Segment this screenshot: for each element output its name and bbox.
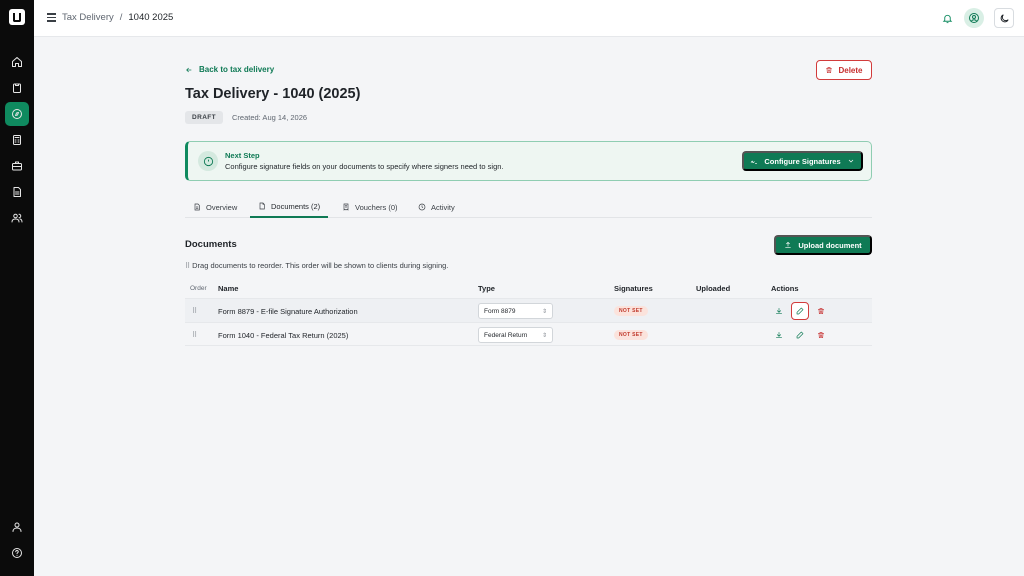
compass-icon[interactable]	[5, 102, 29, 126]
signature-icon	[751, 160, 758, 164]
calculator-icon[interactable]	[5, 128, 29, 152]
drag-handle-icon: ⠿	[185, 262, 190, 270]
user-icon[interactable]	[5, 515, 29, 539]
table-row: ⠿ Form 1040 - Federal Tax Return (2025) …	[185, 322, 872, 346]
edit-icon[interactable]	[791, 326, 809, 344]
document-icon[interactable]	[5, 180, 29, 204]
drag-hint-text: Drag documents to reorder. This order wi…	[192, 261, 449, 270]
configure-signatures-label: Configure Signatures	[764, 156, 841, 166]
document-name: Form 8879 - E-file Signature Authorizati…	[218, 306, 358, 316]
next-step-text: Configure signature fields on your docum…	[225, 162, 504, 171]
upload-icon	[785, 241, 791, 248]
column-header-type: Type	[478, 284, 495, 293]
upload-document-button[interactable]: Upload document	[774, 235, 872, 255]
tab-label: Activity	[431, 202, 455, 212]
tab-documents[interactable]: Documents (2)	[250, 196, 329, 218]
drag-hint: ⠿ Drag documents to reorder. This order …	[185, 261, 448, 270]
configure-signatures-button[interactable]: Configure Signatures	[742, 151, 863, 171]
topbar: Tax Delivery / 1040 2025	[34, 0, 1024, 37]
tab-overview[interactable]: Overview	[185, 196, 245, 218]
app-logo[interactable]	[9, 9, 25, 25]
type-select-value: Federal Return	[484, 331, 528, 339]
edit-icon[interactable]	[791, 302, 809, 320]
signature-status-badge: NOT SET	[614, 330, 648, 340]
breadcrumb-parent[interactable]: Tax Delivery	[62, 12, 114, 23]
tab-activity[interactable]: Activity	[410, 196, 463, 218]
help-icon[interactable]	[5, 541, 29, 565]
menu-icon[interactable]	[47, 13, 56, 22]
documents-title: Documents	[185, 239, 237, 250]
drag-handle-icon[interactable]: ⠿	[192, 323, 197, 347]
breadcrumb-separator: /	[119, 12, 123, 23]
download-icon[interactable]	[770, 326, 788, 344]
back-link-label: Back to tax delivery	[199, 65, 275, 74]
created-date: Created: Aug 14, 2026	[232, 113, 308, 122]
delete-button-label: Delete	[838, 65, 863, 75]
chevron-up-down-icon: ⇕	[541, 332, 547, 339]
breadcrumb: Tax Delivery / 1040 2025	[62, 12, 173, 23]
delete-button[interactable]: Delete	[816, 60, 872, 80]
type-select[interactable]: Federal Return ⇕	[478, 327, 553, 343]
back-link[interactable]: Back to tax delivery	[185, 65, 274, 74]
column-header-order: Order	[190, 285, 207, 292]
moon-icon[interactable]	[994, 8, 1014, 28]
next-step-banner: Next Step Configure signature fields on …	[185, 141, 872, 181]
chevron-up-down-icon: ⇕	[541, 308, 547, 315]
bell-icon[interactable]	[940, 11, 954, 25]
tab-label: Documents (2)	[271, 201, 321, 211]
alert-circle-icon	[198, 151, 218, 171]
next-step-title: Next Step	[225, 151, 260, 160]
column-header-name: Name	[218, 284, 239, 293]
column-header-uploaded: Uploaded	[696, 284, 731, 293]
document-name: Form 1040 - Federal Tax Return (2025)	[218, 330, 349, 340]
download-icon[interactable]	[770, 302, 788, 320]
user-circle-icon[interactable]	[964, 8, 984, 28]
status-badge: DRAFT	[185, 111, 224, 124]
breadcrumb-current: 1040 2025	[128, 12, 174, 23]
table-row: ⠿ Form 8879 - E-file Signature Authoriza…	[185, 298, 872, 322]
column-header-actions: Actions	[771, 284, 799, 293]
home-icon[interactable]	[5, 50, 29, 74]
trash-icon	[826, 67, 833, 73]
users-icon[interactable]	[5, 206, 29, 230]
tab-label: Vouchers (0)	[355, 202, 398, 212]
file-icon	[259, 202, 265, 210]
sidebar	[0, 0, 34, 576]
type-select[interactable]: Form 8879 ⇕	[478, 303, 553, 319]
briefcase-icon[interactable]	[5, 154, 29, 178]
clock-icon	[418, 203, 426, 211]
trash-icon[interactable]	[812, 302, 830, 320]
tabs: Overview Documents (2) Vouchers (0) Acti…	[185, 196, 872, 218]
receipt-icon	[343, 203, 349, 211]
type-select-value: Form 8879	[484, 307, 516, 315]
clipboard-icon[interactable]	[5, 76, 29, 100]
signature-status-badge: NOT SET	[614, 306, 648, 316]
column-header-signatures: Signatures	[614, 284, 653, 293]
trash-icon[interactable]	[812, 326, 830, 344]
upload-document-label: Upload document	[798, 240, 862, 250]
page-title: Tax Delivery - 1040 (2025)	[185, 86, 361, 102]
chevron-down-icon	[848, 159, 853, 163]
arrow-left-icon	[186, 67, 192, 72]
tab-vouchers[interactable]: Vouchers (0)	[334, 196, 406, 218]
drag-handle-icon[interactable]: ⠿	[192, 299, 197, 323]
tab-label: Overview	[206, 202, 238, 212]
file-text-icon	[194, 203, 200, 211]
